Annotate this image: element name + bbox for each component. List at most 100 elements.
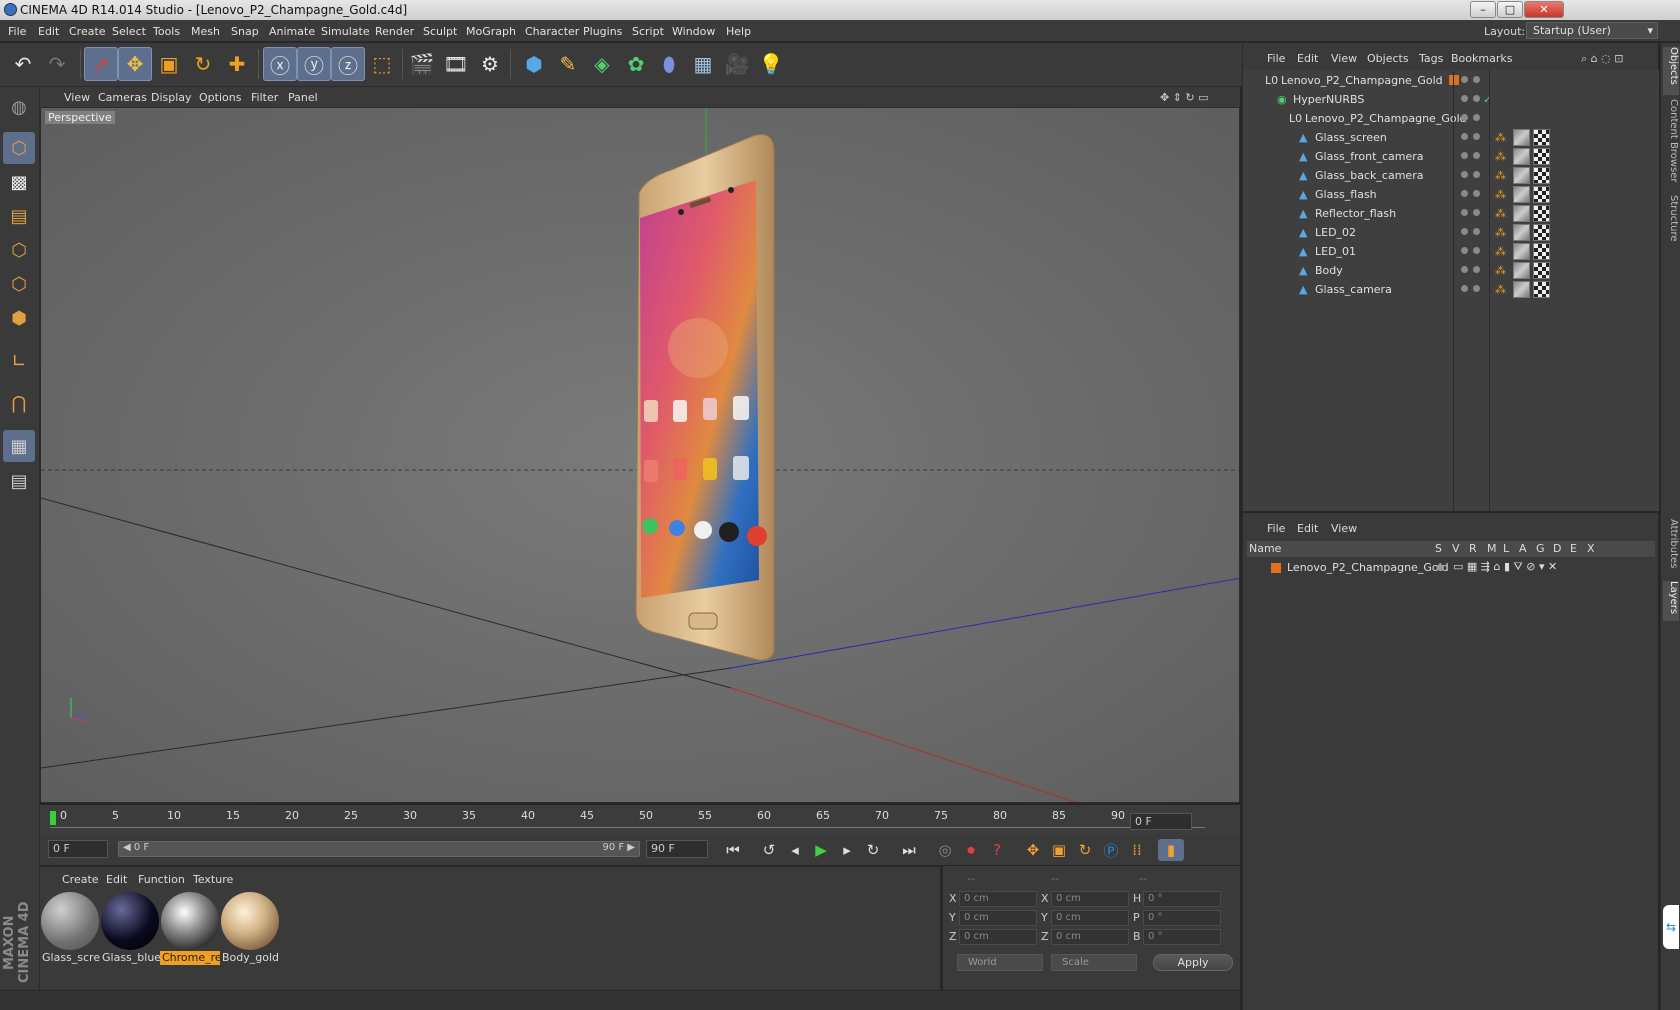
cube-primitive-icon[interactable]: ⬢	[517, 47, 551, 81]
editor-visibility-dot[interactable]	[1461, 133, 1468, 140]
size-z-field[interactable]: 0 cm	[1051, 929, 1129, 945]
next-frame-icon[interactable]: ▸	[834, 839, 860, 861]
position-x-field[interactable]: 0 cm	[959, 891, 1037, 907]
phong-tag-icon[interactable]: ⁂	[1495, 188, 1506, 201]
add-tool-icon[interactable]: ✚	[220, 47, 254, 81]
object-row[interactable]: ◉ HyperNURBS ✓	[1243, 90, 1659, 110]
timeline-ruler[interactable]: 0 5 10 15 20 25 30 35 40 45 50 55 60 65 …	[40, 805, 1240, 835]
deformer-icon[interactable]: ⬮	[652, 47, 686, 81]
editor-visibility-dot[interactable]	[1461, 171, 1468, 178]
size-mode-select[interactable]: Scale	[1051, 954, 1137, 971]
menu-script[interactable]: Script	[632, 25, 664, 38]
editor-visibility-dot[interactable]	[1461, 190, 1468, 197]
material-tag-icon[interactable]	[1513, 262, 1530, 279]
object-menu-tags[interactable]: Tags	[1419, 52, 1443, 65]
object-row[interactable]: ▲ Reflector_flash ⁂	[1243, 204, 1659, 224]
material-menu-function[interactable]: Function	[138, 873, 185, 886]
phong-tag-icon[interactable]: ⁂	[1495, 245, 1506, 258]
workplane-mode-icon[interactable]: ▤	[3, 200, 35, 232]
make-editable-icon[interactable]: ◍	[3, 91, 35, 123]
start-frame-field[interactable]: 0 F	[48, 840, 108, 858]
record-scale-icon[interactable]: ▣	[1046, 839, 1072, 861]
render-visibility-dot[interactable]	[1473, 266, 1480, 273]
menu-animate[interactable]: Animate	[269, 25, 315, 38]
phong-tag-icon[interactable]: ⁂	[1495, 226, 1506, 239]
material-tag-icon[interactable]	[1513, 129, 1530, 146]
tab-attributes[interactable]: Attributes	[1663, 519, 1679, 575]
material-menu-texture[interactable]: Texture	[193, 873, 233, 886]
record-rotation-icon[interactable]: ↻	[1072, 839, 1098, 861]
render-visibility-dot[interactable]	[1473, 247, 1480, 254]
nurbs-icon[interactable]: ◈	[585, 47, 619, 81]
editor-visibility-dot[interactable]	[1461, 285, 1468, 292]
editor-visibility-dot[interactable]	[1461, 266, 1468, 273]
autokey-icon[interactable]: ⏺	[958, 839, 984, 861]
rotate-tool-icon[interactable]: ↻	[186, 47, 220, 81]
render-visibility-dot[interactable]	[1473, 152, 1480, 159]
render-settings-icon[interactable]: ⚙	[473, 47, 507, 81]
texture-tag-icon[interactable]	[1533, 281, 1550, 298]
timeline-window-icon[interactable]: ▮	[1158, 839, 1184, 861]
menu-create[interactable]: Create	[69, 25, 106, 38]
coordinate-system-icon[interactable]: ⬚	[365, 47, 399, 81]
y-axis-lock-icon[interactable]: ⓨ	[297, 47, 331, 81]
texture-mode-icon[interactable]: ▩	[3, 166, 35, 198]
z-axis-lock-icon[interactable]: ⓩ	[331, 47, 365, 81]
object-menu-bookmarks[interactable]: Bookmarks	[1451, 52, 1512, 65]
enabled-check-icon[interactable]: ✓	[1483, 93, 1492, 106]
material-swatch[interactable]: Glass_scree	[40, 891, 100, 965]
layer-solo-toggle[interactable]	[1437, 564, 1444, 571]
menu-help[interactable]: Help	[726, 25, 751, 38]
viewport-menu-panel[interactable]: Panel	[288, 91, 318, 104]
render-visibility-dot[interactable]	[1473, 285, 1480, 292]
end-frame-field[interactable]: 90 F	[646, 840, 708, 858]
object-menu-file[interactable]: File	[1267, 52, 1285, 65]
rotation-h-field[interactable]: 0 °	[1143, 891, 1221, 907]
live-selection-icon[interactable]: ➚	[84, 47, 118, 81]
previous-key-icon[interactable]: ↺	[756, 839, 782, 861]
array-icon[interactable]: ✿	[619, 47, 653, 81]
scale-tool-icon[interactable]: ▣	[152, 47, 186, 81]
render-visibility-dot[interactable]	[1473, 114, 1480, 121]
keyframe-selection-icon[interactable]: ?	[984, 839, 1010, 861]
locked-workplane-icon[interactable]: ▤	[3, 465, 35, 497]
object-menu-view[interactable]: View	[1331, 52, 1357, 65]
object-menu-edit[interactable]: Edit	[1297, 52, 1318, 65]
material-tag-icon[interactable]	[1513, 281, 1530, 298]
light-icon[interactable]: 💡	[754, 47, 788, 81]
undo-icon[interactable]: ↶	[6, 47, 40, 81]
menu-simulate[interactable]: Simulate	[321, 25, 370, 38]
size-x-field[interactable]: 0 cm	[1051, 891, 1129, 907]
material-menu-create[interactable]: Create	[62, 873, 99, 886]
menu-mograph[interactable]: MoGraph	[466, 25, 516, 38]
editor-visibility-dot[interactable]	[1461, 209, 1468, 216]
viewport-menu-options[interactable]: Options	[199, 91, 241, 104]
tab-content-browser[interactable]: Content Browser	[1663, 99, 1679, 191]
maximize-button[interactable]: □	[1497, 1, 1523, 18]
record-keys-icon[interactable]: ◎	[932, 839, 958, 861]
menu-mesh[interactable]: Mesh	[191, 25, 220, 38]
playhead-marker[interactable]	[50, 811, 56, 825]
move-tool-icon[interactable]: ✥	[118, 47, 152, 81]
phong-tag-icon[interactable]: ⁂	[1495, 207, 1506, 220]
layer-color-swatch[interactable]	[1449, 75, 1459, 85]
material-tag-icon[interactable]	[1513, 205, 1530, 222]
close-button[interactable]: ✕	[1524, 1, 1564, 18]
layer-menu-edit[interactable]: Edit	[1297, 522, 1318, 535]
object-menu-objects[interactable]: Objects	[1367, 52, 1409, 65]
material-tag-icon[interactable]	[1513, 167, 1530, 184]
layer-color-swatch[interactable]	[1271, 563, 1281, 573]
render-visibility-dot[interactable]	[1473, 76, 1480, 83]
editor-visibility-dot[interactable]	[1461, 114, 1468, 121]
viewport-menu-display[interactable]: Display	[151, 91, 192, 104]
material-swatch[interactable]: Glass_blue	[100, 891, 160, 965]
spline-pen-icon[interactable]: ✎	[551, 47, 585, 81]
render-picture-viewer-icon[interactable]: 🎞	[439, 47, 473, 81]
texture-tag-icon[interactable]	[1533, 186, 1550, 203]
camera-icon[interactable]: 🎥	[720, 47, 754, 81]
texture-tag-icon[interactable]	[1533, 167, 1550, 184]
object-row[interactable]: ▲ Glass_screen ⁂	[1243, 128, 1659, 148]
rotation-p-field[interactable]: 0 °	[1143, 910, 1221, 926]
model-mode-icon[interactable]: ⬡	[3, 132, 35, 164]
menu-window[interactable]: Window	[672, 25, 715, 38]
